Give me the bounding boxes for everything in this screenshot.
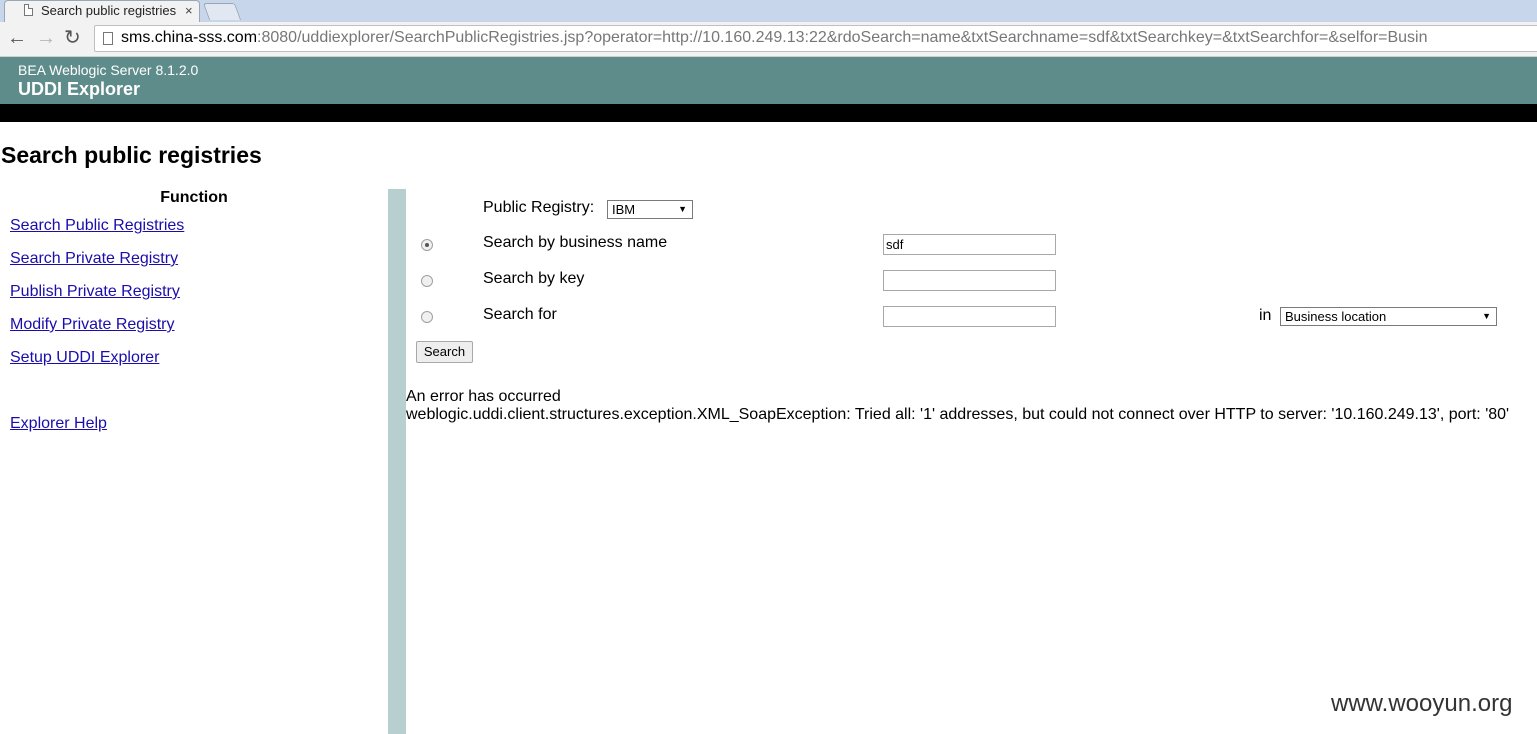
close-icon[interactable]: ×: [185, 3, 193, 18]
key-input[interactable]: [883, 270, 1056, 291]
reload-icon[interactable]: ↻: [64, 26, 81, 50]
link-modify-private-registry[interactable]: Modify Private Registry: [10, 316, 175, 334]
registry-select-value: IBM: [612, 202, 636, 217]
dropdown-arrow-icon: ▼: [1482, 311, 1491, 321]
link-publish-private-registry[interactable]: Publish Private Registry: [10, 283, 180, 301]
url-host: sms.china-sss.com: [121, 29, 258, 46]
registry-label: Public Registry:: [483, 199, 595, 216]
search-for-input[interactable]: [883, 306, 1056, 327]
option-label-key: Search by key: [483, 270, 585, 287]
dropdown-arrow-icon: ▼: [678, 204, 687, 214]
panel-divider: [388, 189, 406, 734]
radio-key[interactable]: [421, 275, 433, 287]
forward-icon[interactable]: →: [36, 26, 56, 50]
function-heading: Function: [160, 189, 228, 206]
registry-select[interactable]: IBM ▼: [607, 200, 693, 219]
link-search-public-registries[interactable]: Search Public Registries: [10, 217, 184, 235]
url-path: :8080/uddiexplorer/SearchPublicRegistrie…: [257, 29, 1428, 46]
in-label: in: [1259, 307, 1272, 324]
search-for-select[interactable]: Business location ▼: [1280, 307, 1497, 326]
page-title: Search public registries: [1, 142, 262, 168]
error-title: An error has occurred: [406, 388, 561, 405]
radio-search-for[interactable]: [421, 311, 433, 323]
tab-title: Search public registries: [41, 3, 177, 18]
page-icon: [103, 32, 113, 45]
browser-toolbar: ← → ↻ sms.china-sss.com:8080/uddiexplore…: [0, 22, 1537, 57]
watermark: www.wooyun.org: [1331, 690, 1513, 717]
browser-tab[interactable]: Search public registries ×: [4, 0, 200, 22]
link-explorer-help[interactable]: Explorer Help: [10, 415, 107, 433]
search-for-select-value: Business location: [1285, 309, 1387, 324]
radio-business-name[interactable]: [421, 239, 433, 251]
app-header: BEA Weblogic Server 8.1.2.0 UDDI Explore…: [0, 57, 1537, 104]
document-icon: [24, 4, 33, 16]
error-message: weblogic.uddi.client.structures.exceptio…: [406, 406, 1510, 423]
business-name-input[interactable]: sdf: [883, 234, 1056, 255]
back-icon[interactable]: ←: [7, 26, 27, 50]
browser-tab-bar: Search public registries ×: [0, 0, 1537, 22]
product-name: BEA Weblogic Server 8.1.2.0: [18, 62, 199, 78]
header-divider: [0, 104, 1537, 122]
app-name: UDDI Explorer: [18, 79, 141, 99]
search-button[interactable]: Search: [416, 341, 473, 363]
address-bar[interactable]: sms.china-sss.com:8080/uddiexplorer/Sear…: [94, 25, 1537, 52]
link-setup-uddi-explorer[interactable]: Setup UDDI Explorer: [10, 349, 159, 367]
option-label-business-name: Search by business name: [483, 234, 668, 251]
url-text: sms.china-sss.com:8080/uddiexplorer/Sear…: [121, 29, 1428, 47]
new-tab-button[interactable]: [202, 3, 242, 20]
option-label-search-for: Search for: [483, 306, 557, 323]
link-search-private-registry[interactable]: Search Private Registry: [10, 250, 178, 268]
